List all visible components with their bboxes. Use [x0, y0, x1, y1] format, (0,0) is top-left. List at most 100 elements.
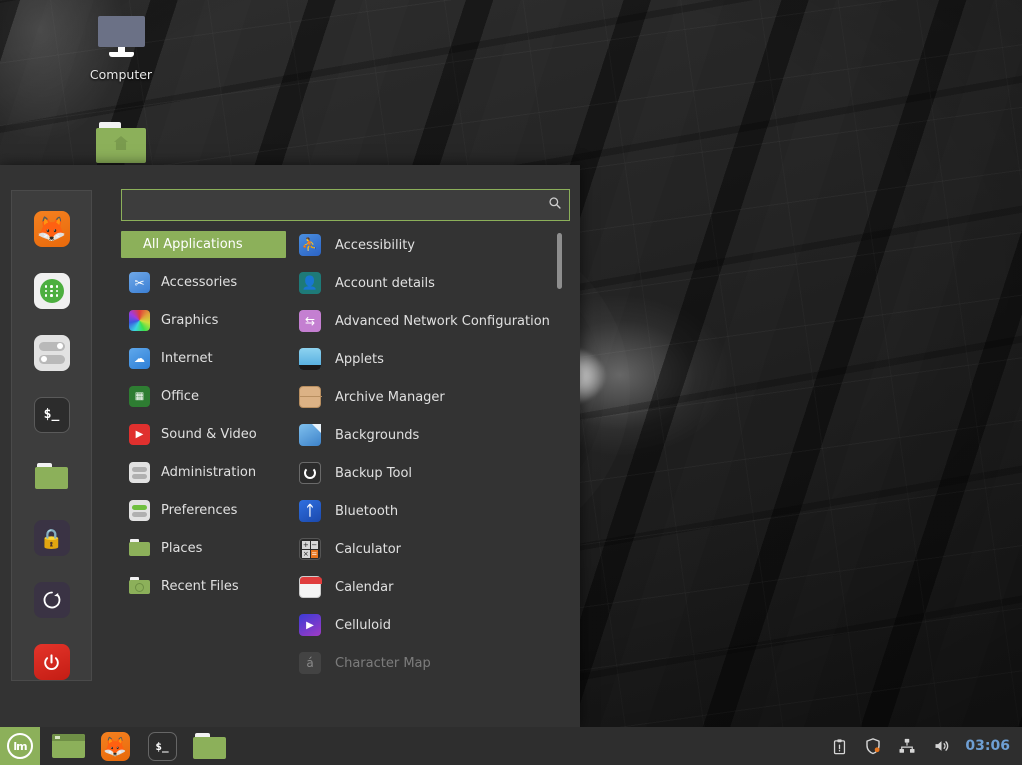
account-icon: 👤 — [299, 272, 321, 294]
favorite-quit[interactable] — [34, 644, 70, 680]
app-label: Applets — [335, 352, 384, 367]
app-label: Backgrounds — [335, 428, 419, 443]
favorite-files[interactable] — [34, 459, 70, 495]
application-list-scrollbar[interactable] — [557, 231, 562, 681]
category-label: Recent Files — [161, 579, 239, 594]
app-label: Bluetooth — [335, 504, 398, 519]
app-label: Accessibility — [335, 238, 415, 253]
calculator-icon: + − × = — [299, 538, 321, 560]
search-icon[interactable] — [541, 196, 569, 214]
archive-icon — [299, 386, 321, 408]
app-advanced-network-configuration[interactable]: ⇆ Advanced Network Configuration — [296, 307, 564, 335]
category-places[interactable]: Places — [121, 535, 286, 562]
app-applets[interactable]: Applets — [296, 345, 564, 373]
category-sound-and-video[interactable]: ▶ Sound & Video — [121, 421, 286, 448]
app-calendar[interactable]: Calendar — [296, 573, 564, 601]
taskbar[interactable]: lm 🦊 $_ — [0, 727, 1022, 765]
folder-icon — [129, 538, 150, 559]
app-backgrounds[interactable]: Backgrounds — [296, 421, 564, 449]
clock[interactable]: 03:06 — [965, 738, 1010, 754]
category-recent-files[interactable]: Recent Files — [121, 573, 286, 600]
taskbar-item-window[interactable] — [49, 731, 87, 761]
app-label: Archive Manager — [335, 390, 445, 405]
app-label: Celluloid — [335, 618, 391, 633]
network-icon[interactable] — [897, 736, 917, 756]
application-menu[interactable]: 🦊 $_ 🔒 — [0, 165, 580, 727]
app-bluetooth[interactable]: ᛏ Bluetooth — [296, 497, 564, 525]
taskbar-item-firefox[interactable]: 🦊 — [96, 731, 134, 761]
category-preferences[interactable]: Preferences — [121, 497, 286, 524]
category-label: Preferences — [161, 503, 237, 518]
app-label: Calculator — [335, 542, 401, 557]
mint-logo-glyph: lm — [13, 740, 26, 753]
files-folder-icon — [35, 463, 68, 489]
app-account-details[interactable]: 👤 Account details — [296, 269, 564, 297]
favorite-firefox[interactable]: 🦊 — [34, 211, 70, 247]
terminal-icon: $_ — [148, 732, 177, 761]
sliders-green-icon — [129, 500, 150, 521]
category-internet[interactable]: ☁ Internet — [121, 345, 286, 372]
clipboard-icon[interactable] — [829, 736, 849, 756]
accessibility-icon: ⛹ — [299, 234, 321, 256]
desktop-icon-label: Computer — [90, 67, 152, 82]
favorite-lock-screen[interactable]: 🔒 — [34, 520, 70, 556]
calendar-icon — [299, 576, 321, 598]
favorite-log-out[interactable] — [34, 582, 70, 618]
applets-icon — [299, 348, 321, 370]
app-label: Character Map — [335, 656, 431, 671]
volume-icon[interactable] — [931, 736, 951, 756]
menu-application-list: ⛹ Accessibility 👤 Account details ⇆ Adva… — [296, 231, 564, 681]
category-accessories[interactable]: ✂ Accessories — [121, 269, 286, 296]
app-archive-manager[interactable]: Archive Manager — [296, 383, 564, 411]
app-backup-tool[interactable]: Backup Tool — [296, 459, 564, 487]
category-administration[interactable]: Administration — [121, 459, 286, 486]
app-label: Backup Tool — [335, 466, 412, 481]
window-icon — [52, 734, 85, 758]
app-calculator[interactable]: + − × = Calculator — [296, 535, 564, 563]
category-label: Sound & Video — [161, 427, 257, 442]
power-icon — [42, 653, 61, 672]
home-folder-icon — [96, 122, 146, 163]
app-celluloid[interactable]: ▶ Celluloid — [296, 611, 564, 639]
favorite-terminal[interactable]: $_ — [34, 397, 70, 433]
menu-button[interactable]: lm — [0, 727, 40, 765]
backup-icon — [299, 462, 321, 484]
category-label: All Applications — [143, 237, 243, 252]
celluloid-icon: ▶ — [299, 614, 321, 636]
lock-icon: 🔒 — [40, 527, 64, 550]
category-label: Office — [161, 389, 199, 404]
color-wheel-icon — [129, 310, 150, 331]
shield-icon[interactable] — [863, 736, 883, 756]
category-office[interactable]: ▦ Office — [121, 383, 286, 410]
sliders-icon — [129, 462, 150, 483]
app-label: Account details — [335, 276, 435, 291]
category-label: Places — [161, 541, 202, 556]
monitor-icon — [98, 16, 145, 60]
category-label: Internet — [161, 351, 213, 366]
firefox-icon: 🦊 — [101, 732, 130, 761]
terminal-icon: $_ — [44, 407, 60, 422]
app-character-map[interactable]: á Character Map — [296, 649, 564, 677]
clock-folder-icon — [129, 576, 150, 597]
system-tray: 03:06 — [829, 736, 1022, 756]
scrollbar-thumb[interactable] — [557, 233, 562, 289]
network-config-icon: ⇆ — [299, 310, 321, 332]
taskbar-item-files[interactable] — [190, 731, 228, 761]
logout-icon — [42, 590, 62, 610]
search-input[interactable] — [122, 190, 541, 220]
category-graphics[interactable]: Graphics — [121, 307, 286, 334]
category-all-applications[interactable]: All Applications — [121, 231, 286, 258]
software-manager-icon — [40, 279, 64, 303]
favorite-software-manager[interactable] — [34, 273, 70, 309]
bluetooth-icon: ᛏ — [299, 500, 321, 522]
category-label: Graphics — [161, 313, 218, 328]
taskbar-item-terminal[interactable]: $_ — [143, 731, 181, 761]
scissors-icon: ✂ — [129, 272, 150, 293]
category-label: Administration — [161, 465, 256, 480]
app-accessibility[interactable]: ⛹ Accessibility — [296, 231, 564, 259]
favorite-system-settings[interactable] — [34, 335, 70, 371]
desktop-icon-computer[interactable]: Computer — [73, 16, 169, 82]
menu-search-box[interactable] — [121, 189, 570, 221]
mint-logo-icon: lm — [7, 733, 33, 759]
menu-favorites-rail: 🦊 $_ 🔒 — [11, 190, 92, 681]
